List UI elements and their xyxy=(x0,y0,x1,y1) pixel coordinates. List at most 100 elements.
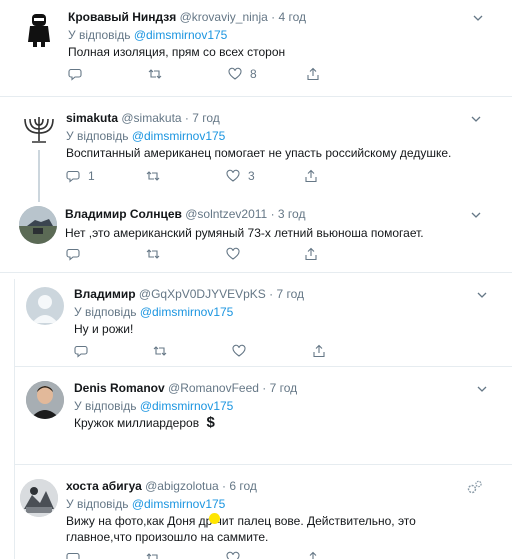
reply-to-link[interactable]: @dimsmirnov175 xyxy=(140,399,234,413)
reply-to-link[interactable]: @dimsmirnov175 xyxy=(132,497,226,511)
share-button[interactable] xyxy=(306,66,320,82)
tweet-text: Воспитанный американец помогает не упаст… xyxy=(66,146,452,160)
retweet-button[interactable] xyxy=(146,168,160,184)
reply-to-link[interactable]: @dimsmirnov175 xyxy=(140,305,234,319)
chevron-down-icon[interactable] xyxy=(470,113,482,125)
tweet-text: Нет ,это американский румяный 73-х летни… xyxy=(65,226,424,240)
reply-prefix: У відповідь xyxy=(74,305,137,319)
divider xyxy=(14,366,512,367)
tweet-krovaviy-ninja[interactable]: Кровавый Ниндзя @krovaviy_ninja · 4 год … xyxy=(0,0,512,96)
user-handle[interactable]: @RomanovFeed xyxy=(168,381,259,395)
dollar-emoji: $ xyxy=(206,414,215,431)
chevron-down-icon[interactable] xyxy=(476,289,488,301)
like-button[interactable] xyxy=(226,246,240,262)
chevron-down-icon[interactable] xyxy=(472,12,484,24)
share-icon xyxy=(313,344,325,358)
separator-dot: · xyxy=(262,381,267,395)
user-handle[interactable]: @krovaviy_ninja xyxy=(180,10,268,24)
tweet-header: хоста абигуа @abigzolotua · 6 год xyxy=(66,479,500,494)
tweet-actions xyxy=(74,343,374,359)
retweet-button[interactable] xyxy=(148,66,162,82)
display-name[interactable]: simakuta xyxy=(66,111,118,125)
divider xyxy=(14,464,512,465)
share-button[interactable] xyxy=(304,168,318,184)
retweet-icon xyxy=(146,171,160,181)
tweet-simakuta[interactable]: simakuta @simakuta · 7 год У відповідь @… xyxy=(0,107,512,195)
tweet-header: Владимир Солнцев @solntzev2011 · 3 год xyxy=(65,207,500,222)
tweet-header: simakuta @simakuta · 7 год xyxy=(66,111,500,126)
tweet-actions xyxy=(66,246,366,262)
user-handle[interactable]: @solntzev2011 xyxy=(185,207,267,221)
separator-dot: · xyxy=(270,207,275,221)
like-button[interactable]: 3 xyxy=(226,168,255,184)
share-button[interactable] xyxy=(304,246,318,262)
reply-button[interactable] xyxy=(66,246,80,262)
tweet-header: Владимир @GqXpV0DJYVEVpKS · 7 год xyxy=(74,287,500,302)
retweet-button[interactable] xyxy=(146,246,160,262)
display-name[interactable]: Владимир xyxy=(74,287,136,301)
reply-prefix: У відповідь xyxy=(74,399,137,413)
like-button[interactable] xyxy=(232,343,246,359)
tweet-header: Кровавый Ниндзя @krovaviy_ninja · 4 год xyxy=(68,10,500,25)
tweet-abigzolotua[interactable]: хоста абигуа @abigzolotua · 6 год У відп… xyxy=(0,470,512,559)
reply-prefix: У відповідь xyxy=(66,497,129,511)
heart-icon xyxy=(226,551,240,559)
reply-context: У відповідь @dimsmirnov175 xyxy=(68,27,500,43)
reply-to-link[interactable]: @dimsmirnov175 xyxy=(134,28,228,42)
like-button[interactable]: 8 xyxy=(228,66,257,82)
timestamp[interactable]: 7 год xyxy=(277,287,305,301)
reply-button[interactable] xyxy=(74,343,88,359)
timestamp[interactable]: 7 год xyxy=(270,381,298,395)
timestamp[interactable]: 7 год xyxy=(192,111,220,125)
tweet-denis-romanov[interactable]: Denis Romanov @RomanovFeed · 7 год У від… xyxy=(0,374,512,464)
display-name[interactable]: Владимир Солнцев xyxy=(65,207,182,221)
tweet-vladimir[interactable]: Владимир @GqXpV0DJYVEVpKS · 7 год У відп… xyxy=(0,280,512,366)
share-button[interactable] xyxy=(312,343,326,359)
tweet-text: Кружок миллиардеров xyxy=(74,416,200,430)
share-button[interactable] xyxy=(306,550,320,559)
retweet-button[interactable] xyxy=(153,343,167,359)
chevron-down-icon[interactable] xyxy=(476,383,488,395)
reply-icon xyxy=(74,345,88,358)
reply-context: У відповідь @dimsmirnov175 xyxy=(74,304,500,320)
user-handle[interactable]: @GqXpV0DJYVEVpKS xyxy=(139,287,266,301)
reply-prefix: У відповідь xyxy=(68,28,131,42)
separator-dot: · xyxy=(184,111,189,125)
like-count: 8 xyxy=(250,67,257,81)
timestamp[interactable]: 4 год xyxy=(278,10,306,24)
timestamp[interactable]: 3 год xyxy=(278,207,306,221)
chevron-down-icon[interactable] xyxy=(470,209,482,221)
tweet-text-row: Кружок миллиардеров $ xyxy=(74,415,500,431)
reply-button[interactable] xyxy=(66,550,80,559)
heart-icon xyxy=(228,67,242,80)
display-name[interactable]: Кровавый Ниндзя xyxy=(68,10,176,24)
tweet-text: Вижу на фото,как Доня др чит палец вове.… xyxy=(66,514,416,544)
avatar[interactable] xyxy=(19,206,57,244)
share-icon xyxy=(305,247,317,261)
user-handle[interactable]: @simakuta xyxy=(121,111,181,125)
avatar[interactable] xyxy=(20,111,58,149)
divider xyxy=(0,272,512,273)
divider xyxy=(0,96,512,97)
reply-to-link[interactable]: @dimsmirnov175 xyxy=(132,129,226,143)
avatar[interactable] xyxy=(26,287,64,325)
user-handle[interactable]: @abigzolotua xyxy=(145,479,219,493)
timestamp[interactable]: 6 год xyxy=(229,479,257,493)
reply-button[interactable] xyxy=(68,66,82,82)
reply-button[interactable]: 1 xyxy=(66,168,95,184)
display-name[interactable]: хоста абигуа xyxy=(66,479,142,493)
like-button[interactable] xyxy=(226,550,240,559)
reply-icon xyxy=(66,248,80,261)
reply-icon xyxy=(66,552,80,559)
avatar[interactable] xyxy=(20,10,58,48)
avatar[interactable] xyxy=(20,479,58,517)
retweet-button[interactable] xyxy=(146,550,160,559)
heart-icon xyxy=(226,247,240,260)
avatar[interactable] xyxy=(26,381,64,419)
share-icon xyxy=(305,169,317,183)
display-name[interactable]: Denis Romanov xyxy=(74,381,165,395)
settings-gears-icon[interactable] xyxy=(466,479,484,495)
reply-context: У відповідь @dimsmirnov175 xyxy=(66,496,500,512)
retweet-icon xyxy=(146,553,158,559)
tweet-solntzev[interactable]: Владимир Солнцев @solntzev2011 · 3 год Н… xyxy=(0,200,512,272)
